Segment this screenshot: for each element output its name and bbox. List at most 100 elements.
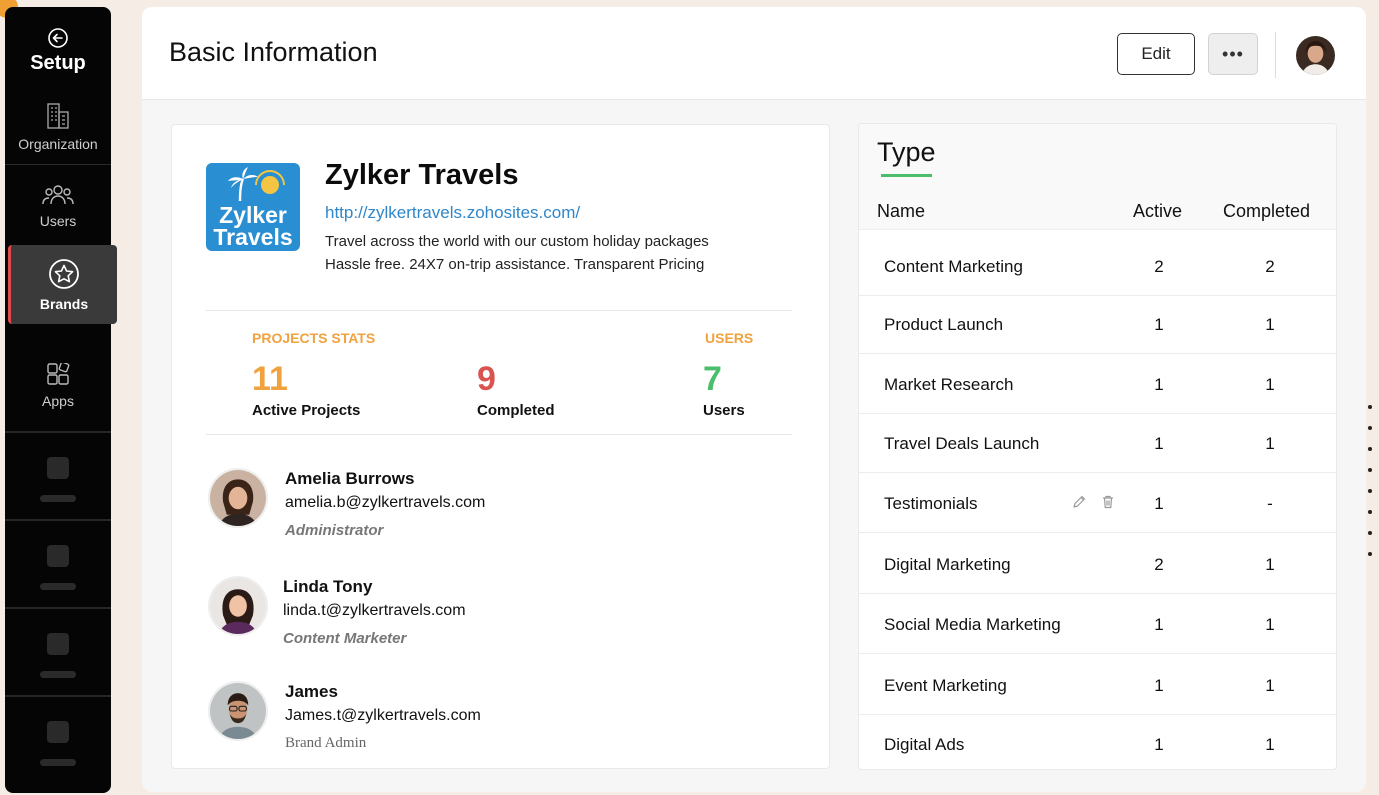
type-name: Digital Ads xyxy=(884,735,965,754)
type-table-card: Type Name Active Completed Content Marke… xyxy=(858,123,1337,770)
sidebar-item-label: Apps xyxy=(42,393,74,409)
sidebar: Setup Organization Users Apps xyxy=(5,7,111,793)
sidebar-placeholder xyxy=(5,433,111,519)
completed-label: Completed xyxy=(477,402,555,419)
brand-name: Zylker Travels xyxy=(325,159,519,191)
column-header-active[interactable]: Active xyxy=(1133,201,1182,222)
member-card[interactable]: Linda Tony linda.t@zylkertravels.com Con… xyxy=(208,576,768,656)
brand-description: Travel across the world with our custom … xyxy=(325,233,709,250)
drag-handle[interactable] xyxy=(1368,405,1373,557)
sidebar-item-label: Organization xyxy=(18,135,98,152)
type-name: Social Media Marketing xyxy=(884,615,1061,634)
users-heading: USERS xyxy=(705,330,754,346)
more-options-button[interactable]: ••• xyxy=(1208,33,1258,75)
column-header-name[interactable]: Name xyxy=(877,201,925,222)
avatar xyxy=(208,681,268,741)
table-row[interactable]: Content Marketing 2 2 xyxy=(859,236,1336,296)
completed-count: 1 xyxy=(1265,676,1275,695)
sidebar-item-label: Users xyxy=(39,213,77,229)
member-email: amelia.b@zylkertravels.com xyxy=(285,494,486,511)
brand-website-link[interactable]: http://zylkertravels.zohosites.com/ xyxy=(325,203,580,223)
active-count: 1 xyxy=(1154,315,1164,334)
completed-count: 1 xyxy=(1265,315,1275,334)
table-row[interactable]: Event Marketing 1 1 xyxy=(859,655,1336,715)
member-name: Linda Tony xyxy=(283,577,373,596)
member-email: James.t@zylkertravels.com xyxy=(285,707,481,724)
projects-stats-heading: PROJECTS STATS xyxy=(252,330,376,346)
sidebar-placeholder xyxy=(5,697,111,783)
type-title: Type xyxy=(877,137,936,167)
completed-count: 1 xyxy=(1265,735,1275,754)
active-projects-count: 11 xyxy=(252,360,288,398)
star-badge-icon xyxy=(49,258,79,289)
active-count: 2 xyxy=(1154,257,1164,276)
member-card[interactable]: Amelia Burrows amelia.b@zylkertravels.co… xyxy=(208,468,768,548)
type-name: Event Marketing xyxy=(884,676,1007,695)
member-name: Amelia Burrows xyxy=(285,469,415,488)
member-role: Brand Admin xyxy=(285,735,367,751)
type-name: Product Launch xyxy=(884,315,1004,334)
type-name: Content Marketing xyxy=(884,257,1023,276)
sidebar-item-users[interactable]: Users xyxy=(5,165,111,247)
type-name: Digital Marketing xyxy=(884,555,1011,574)
completed-count: 1 xyxy=(1265,555,1275,574)
member-name: James xyxy=(285,682,338,701)
member-card[interactable]: James James.t@zylkertravels.com Brand Ad… xyxy=(208,681,768,761)
users-count: 7 xyxy=(703,360,722,398)
user-avatar[interactable] xyxy=(1296,36,1335,75)
divider xyxy=(1275,32,1276,78)
completed-count: 1 xyxy=(1265,615,1275,634)
completed-count: - xyxy=(1267,494,1273,513)
brand-logo: Zylker Travels xyxy=(206,163,300,251)
active-count: 1 xyxy=(1154,434,1164,453)
edit-button[interactable]: Edit xyxy=(1117,33,1195,75)
active-count: 1 xyxy=(1154,494,1164,513)
sidebar-item-apps[interactable]: Apps xyxy=(5,347,111,425)
brand-card: Zylker Travels Zylker Travels http://zyl… xyxy=(171,124,830,769)
completed-count: 1 xyxy=(1265,434,1275,453)
sidebar-item-label: Brands xyxy=(39,295,89,312)
table-row[interactable]: Digital Marketing 2 1 xyxy=(859,534,1336,594)
table-row[interactable]: Digital Ads 1 1 xyxy=(859,714,1336,769)
sidebar-item-brands[interactable]: Brands xyxy=(8,245,117,324)
sidebar-item-organization[interactable]: Organization xyxy=(5,83,111,165)
back-arrow-icon[interactable] xyxy=(47,27,69,49)
column-header-completed[interactable]: Completed xyxy=(1223,201,1310,222)
table-row[interactable]: Market Research 1 1 xyxy=(859,354,1336,414)
setup-back[interactable]: Setup xyxy=(5,7,111,83)
logo-text: Travels xyxy=(213,224,292,250)
member-role: Content Marketer xyxy=(283,630,407,647)
member-email: linda.t@zylkertravels.com xyxy=(283,602,466,619)
apps-icon xyxy=(47,363,70,385)
divider xyxy=(206,310,792,311)
page-header: Basic Information Edit ••• xyxy=(142,7,1366,100)
active-projects-label: Active Projects xyxy=(252,402,361,419)
active-count: 1 xyxy=(1154,676,1164,695)
divider xyxy=(206,434,792,435)
type-name: Travel Deals Launch xyxy=(884,434,1040,453)
completed-count: 1 xyxy=(1265,375,1275,394)
active-count: 2 xyxy=(1154,555,1164,574)
sidebar-placeholder xyxy=(5,609,111,695)
avatar xyxy=(208,468,268,528)
building-icon xyxy=(47,102,69,129)
brand-description: Hassle free. 24X7 on-trip assistance. Tr… xyxy=(325,256,705,273)
users-label: Users xyxy=(703,402,745,419)
table-row[interactable]: Travel Deals Launch 1 1 xyxy=(859,413,1336,473)
completed-count: 2 xyxy=(1265,257,1275,276)
table-row[interactable]: Testimonials 1 - xyxy=(859,473,1336,533)
trash-icon[interactable] xyxy=(1100,494,1116,510)
table-row[interactable]: Product Launch 1 1 xyxy=(859,294,1336,354)
page-title: Basic Information xyxy=(169,37,378,67)
setup-label: Setup xyxy=(30,52,86,74)
users-icon xyxy=(42,185,74,205)
member-role: Administrator xyxy=(285,522,384,539)
active-count: 1 xyxy=(1154,735,1164,754)
type-name: Testimonials xyxy=(884,494,978,513)
avatar xyxy=(208,576,268,636)
table-row[interactable]: Social Media Marketing 1 1 xyxy=(859,594,1336,654)
sidebar-placeholder xyxy=(5,521,111,607)
pencil-icon[interactable] xyxy=(1071,494,1087,510)
completed-count: 9 xyxy=(477,360,496,398)
main-panel: Basic Information Edit ••• Zylker Travel… xyxy=(142,7,1366,792)
